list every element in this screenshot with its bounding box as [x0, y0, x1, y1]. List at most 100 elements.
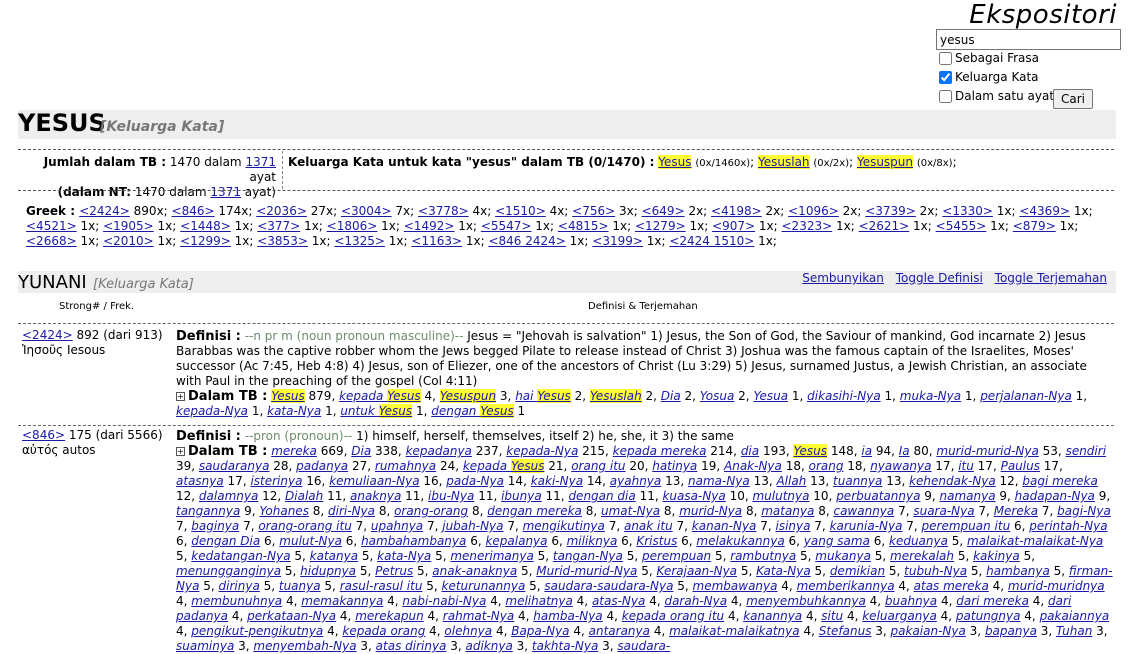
translation-word-link[interactable]: antaranya: [589, 624, 650, 638]
translation-word-link[interactable]: padanya: [296, 459, 348, 473]
strong-link[interactable]: <846>: [22, 428, 65, 442]
translation-word-link[interactable]: saudaranya: [199, 459, 270, 473]
translation-word-link[interactable]: bapanya: [985, 624, 1037, 638]
translation-word-link[interactable]: keluarganya: [862, 609, 937, 623]
translation-word-link[interactable]: kepada Yesus: [463, 459, 545, 473]
translation-word-link[interactable]: suara-Nya: [913, 504, 974, 518]
translation-word-link[interactable]: Ia: [899, 444, 910, 458]
translation-word-link[interactable]: isterinya: [250, 474, 302, 488]
translation-word-link[interactable]: membawanya: [693, 579, 778, 593]
sembunyikan-link[interactable]: Sembunyikan: [802, 271, 884, 285]
translation-word-link[interactable]: mereka: [271, 444, 317, 458]
strong-number-link[interactable]: <879>: [1013, 219, 1056, 233]
translation-word-link[interactable]: pada-Nya: [446, 474, 504, 488]
translation-word-link[interactable]: isinya: [776, 519, 811, 533]
translation-word-link[interactable]: Yesua: [753, 389, 788, 403]
translation-word-link[interactable]: adiknya: [466, 639, 513, 653]
translation-word-link[interactable]: kepada orang itu: [622, 609, 724, 623]
translation-word-link[interactable]: Bapa-Nya: [511, 624, 569, 638]
family-word-link[interactable]: Yesuslah: [758, 155, 810, 169]
translation-word-link[interactable]: dengan dia: [568, 489, 635, 503]
translation-word-link[interactable]: kepada-Nya: [176, 404, 248, 418]
strong-number-link[interactable]: <5547>: [481, 219, 532, 233]
translation-word-link[interactable]: pengikut-pengikutnya: [191, 624, 323, 638]
translation-word-link[interactable]: situ: [821, 609, 843, 623]
translation-word-link[interactable]: buahnya: [885, 594, 937, 608]
translation-word-link[interactable]: dengan Dia: [191, 534, 260, 548]
translation-word-link[interactable]: rumahnya: [375, 459, 436, 473]
translation-word-link[interactable]: kepada mereka: [613, 444, 707, 458]
strong-number-link[interactable]: <1163>: [411, 234, 462, 248]
translation-word-link[interactable]: kanannya: [743, 609, 802, 623]
checkbox-dalam-satu-ayat[interactable]: [939, 89, 952, 103]
strong-number-link[interactable]: <4198>: [711, 204, 762, 218]
translation-word-link[interactable]: yang sama: [804, 534, 870, 548]
strong-number-link[interactable]: <1806>: [327, 219, 378, 233]
translation-word-link[interactable]: hambanya: [986, 564, 1050, 578]
translation-word-link[interactable]: Yosua: [700, 389, 735, 403]
search-input[interactable]: [936, 29, 1121, 50]
translation-word-link[interactable]: memberikannya: [797, 579, 895, 593]
translation-word-link[interactable]: ibunya: [501, 489, 542, 503]
strong-number-link[interactable]: <2424 1510>: [669, 234, 754, 248]
strong-number-link[interactable]: <1448>: [180, 219, 231, 233]
translation-word-link[interactable]: kepada-Nya: [506, 444, 578, 458]
translation-word-link[interactable]: mulutnya: [752, 489, 809, 503]
translation-word-link[interactable]: karunia-Nya: [830, 519, 903, 533]
translation-word-link[interactable]: Paulus: [1001, 459, 1040, 473]
translation-word-link[interactable]: muka-Nya: [900, 389, 961, 403]
translation-word-link[interactable]: pakaian-Nya: [891, 624, 966, 638]
translation-word-link[interactable]: miliknya: [567, 534, 618, 548]
translation-word-link[interactable]: Stefanus: [819, 624, 872, 638]
translation-word-link[interactable]: itu: [958, 459, 974, 473]
translation-word-link[interactable]: Dia: [351, 444, 371, 458]
translation-word-link[interactable]: Kata-Nya: [756, 564, 811, 578]
translation-word-link[interactable]: perjalanan-Nya: [980, 389, 1072, 403]
translation-word-link[interactable]: jubah-Nya: [442, 519, 503, 533]
translation-word-link[interactable]: upahnya: [371, 519, 423, 533]
translation-word-link[interactable]: suaminya: [176, 639, 234, 653]
translation-word-link[interactable]: Yesus: [793, 444, 827, 458]
strong-number-link[interactable]: <4815>: [558, 219, 609, 233]
translation-word-link[interactable]: kata-Nya: [267, 404, 321, 418]
translation-word-link[interactable]: dengan mereka: [487, 504, 582, 518]
toggle-definisi-link[interactable]: Toggle Definisi: [896, 271, 983, 285]
strong-number-link[interactable]: <3199>: [592, 234, 643, 248]
strong-number-link[interactable]: <1299>: [180, 234, 231, 248]
translation-word-link[interactable]: dirinya: [219, 579, 260, 593]
strong-number-link[interactable]: <1905>: [103, 219, 154, 233]
translation-word-link[interactable]: rambutnya: [730, 549, 796, 563]
translation-word-link[interactable]: darah-Nya: [664, 594, 727, 608]
strong-number-link[interactable]: <4369>: [1019, 204, 1070, 218]
translation-word-link[interactable]: Petrus: [375, 564, 413, 578]
cari-button[interactable]: Cari: [1053, 89, 1093, 109]
translation-word-link[interactable]: demikian: [830, 564, 885, 578]
translation-word-link[interactable]: melihatnya: [505, 594, 572, 608]
translation-word-link[interactable]: tuanya: [279, 579, 321, 593]
translation-word-link[interactable]: olehnya: [444, 624, 492, 638]
translation-word-link[interactable]: Anak-Nya: [724, 459, 782, 473]
translation-word-link[interactable]: perbuatannya: [836, 489, 920, 503]
translation-word-link[interactable]: patungnya: [956, 609, 1021, 623]
translation-word-link[interactable]: kakinya: [973, 549, 1020, 563]
translation-word-link[interactable]: hatinya: [652, 459, 697, 473]
expand-icon[interactable]: +: [176, 392, 185, 401]
translation-word-link[interactable]: bagi mereka: [1022, 474, 1097, 488]
strong-number-link[interactable]: <1330>: [942, 204, 993, 218]
translation-word-link[interactable]: atas mereka: [914, 579, 989, 593]
translation-word-link[interactable]: hambahambanya: [361, 534, 466, 548]
strong-number-link[interactable]: <3778>: [418, 204, 469, 218]
translation-word-link[interactable]: nyawanya: [870, 459, 931, 473]
translation-word-link[interactable]: kepada orang: [342, 624, 425, 638]
translation-word-link[interactable]: orang-orang itu: [258, 519, 352, 533]
strong-number-link[interactable]: <5455>: [936, 219, 987, 233]
translation-word-link[interactable]: anak-anaknya: [432, 564, 517, 578]
strong-number-link[interactable]: <1096>: [788, 204, 839, 218]
translation-word-link[interactable]: tuannya: [833, 474, 882, 488]
family-word-link[interactable]: Yesus: [658, 155, 692, 169]
translation-word-link[interactable]: Yesus: [271, 389, 305, 403]
translation-word-link[interactable]: melakukannya: [696, 534, 784, 548]
translation-word-link[interactable]: anak itu: [624, 519, 673, 533]
translation-word-link[interactable]: pakaiannya: [1040, 609, 1110, 623]
translation-word-link[interactable]: orang itu: [571, 459, 625, 473]
